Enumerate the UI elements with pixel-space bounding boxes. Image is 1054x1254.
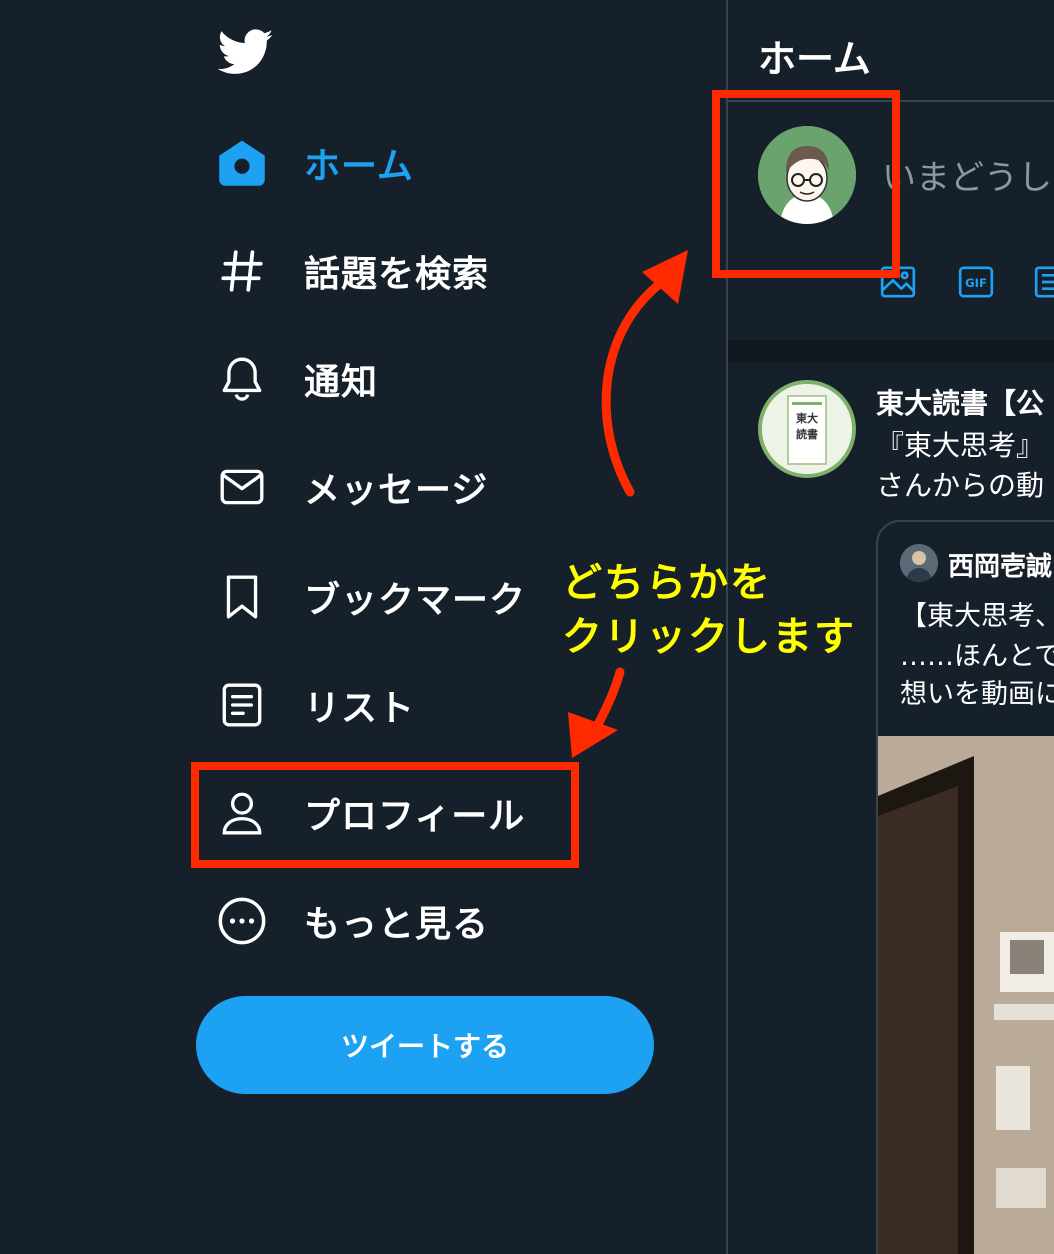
svg-text:東大: 東大 — [796, 411, 818, 425]
app-root: ホーム 話題を検索 通知 メッセージ ブックマーク リスト プロフィール もっと… — [0, 0, 1054, 1254]
sidebar-item-lists[interactable]: リスト — [210, 670, 570, 740]
svg-text:読書: 読書 — [796, 427, 818, 441]
bookmark-icon — [210, 565, 274, 629]
envelope-icon — [210, 455, 274, 519]
sidebar-item-label: リスト — [304, 688, 416, 729]
sidebar-item-more[interactable]: もっと見る — [210, 886, 570, 956]
annotation-text-line: クリックします — [562, 614, 856, 660]
list-icon — [210, 673, 274, 737]
sidebar-item-label: もっと見る — [304, 904, 490, 945]
quoted-tweet-text-line: 想いを動画に — [900, 679, 1054, 710]
section-separator — [728, 340, 1054, 362]
arrow-down-head — [568, 712, 618, 758]
tweet-button[interactable]: ツイートする — [196, 996, 654, 1094]
svg-text:GIF: GIF — [965, 276, 987, 290]
sidebar-item-label: ブックマーク — [304, 580, 527, 621]
arrow-down-curve — [587, 667, 625, 741]
sidebar-item-label: ホーム — [304, 146, 414, 187]
sidebar-item-label: 話題を検索 — [304, 254, 490, 295]
avatar[interactable]: 東大 読書 — [758, 380, 856, 478]
tweet-text-line: さんからの動 — [876, 469, 1045, 502]
sidebar-item-home[interactable]: ホーム — [210, 128, 570, 198]
quoted-tweet-text-line: ……ほんとで — [900, 641, 1054, 672]
quoted-tweet-card[interactable]: 西岡壱誠 【東大思考、 ……ほんとで 想いを動画に — [876, 520, 1054, 1254]
sidebar-item-messages[interactable]: メッセージ — [210, 452, 570, 522]
quoted-tweet-author: 西岡壱誠 — [948, 552, 1053, 582]
sidebar-item-notifications[interactable]: 通知 — [210, 344, 570, 414]
avatar — [900, 544, 938, 582]
tweet-text-line: 『東大思考』 — [876, 429, 1045, 462]
video-thumbnail[interactable] — [878, 736, 1054, 1254]
sidebar-item-label: メッセージ — [304, 470, 489, 511]
page-title: ホーム — [758, 37, 871, 81]
quoted-tweet-text-line: 【東大思考、 — [900, 601, 1054, 632]
arrow-up-head — [642, 250, 688, 304]
annotation-text-line: どちらかを — [562, 560, 772, 606]
highlight-box-profile — [191, 762, 579, 868]
highlight-box-avatar — [712, 90, 900, 278]
home-icon — [210, 131, 274, 195]
compose-input[interactable]: いまどうし — [882, 150, 1052, 199]
gif-icon[interactable]: GIF — [956, 262, 996, 302]
tweet-author[interactable]: 東大読書【公 — [876, 382, 1044, 422]
sidebar-item-explore[interactable]: 話題を検索 — [210, 236, 570, 306]
arrow-up-curve — [601, 277, 667, 497]
twitter-logo-icon[interactable] — [216, 24, 276, 80]
hashtag-icon — [210, 239, 274, 303]
sidebar-item-bookmarks[interactable]: ブックマーク — [210, 562, 570, 632]
sidebar-item-label: 通知 — [304, 362, 379, 403]
bell-icon — [210, 347, 274, 411]
more-circle-icon — [210, 889, 274, 953]
poll-icon[interactable] — [1032, 262, 1054, 302]
